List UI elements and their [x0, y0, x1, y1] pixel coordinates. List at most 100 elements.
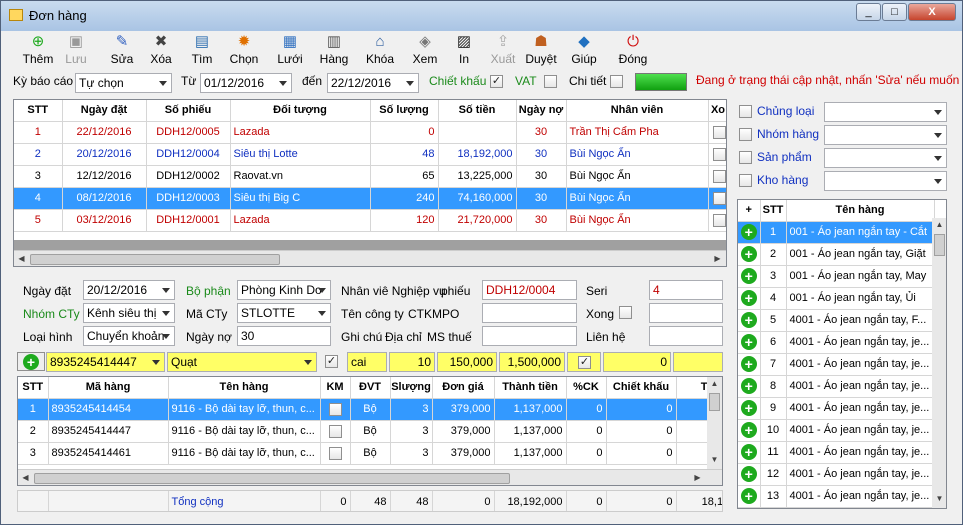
orders-hscrollbar[interactable]: ◀ ▶ [14, 250, 726, 266]
period-select[interactable]: Tự chọn [75, 73, 172, 93]
due-input[interactable]: 30 [237, 326, 331, 346]
scroll-up-icon[interactable]: ▲ [707, 379, 722, 388]
filter-select[interactable] [824, 171, 947, 191]
xuất-toolbar-button[interactable]: ⇪ Xuất [482, 33, 524, 69]
entry-km-checkbox[interactable]: ✓ [325, 355, 338, 368]
order-row[interactable]: 4 08/12/2016 DDH12/0003 Siêu thị Big C 240 74… [14, 187, 726, 210]
khóa-toolbar-button[interactable]: ⌂ Khóa [359, 33, 401, 69]
lưới-toolbar-button[interactable]: ▦ Lưới [269, 33, 311, 69]
items-col-header[interactable]: STT [18, 377, 49, 399]
hàng-toolbar-button[interactable]: ▥ Hàng [313, 33, 355, 69]
product-add-cell[interactable]: + [738, 485, 761, 508]
scroll-left-icon[interactable]: ◀ [18, 473, 33, 482]
đóng-toolbar-button[interactable]: ⏻ Đóng [612, 33, 654, 69]
total-input[interactable]: 1,500,000 [499, 352, 565, 372]
product-row[interactable]: +8 4001 - Áo jean ngắn tay, je... [738, 375, 935, 398]
product-add-cell[interactable]: + [738, 375, 761, 398]
product-add-cell[interactable]: + [738, 221, 761, 244]
discount-input[interactable]: 0 [603, 352, 671, 372]
items-col-header[interactable]: ĐVT [350, 377, 391, 399]
product-row[interactable]: +7 4001 - Áo jean ngắn tay, je... [738, 353, 935, 376]
product-row[interactable]: +13 4001 - Áo jean ngắn tay, je... [738, 485, 935, 508]
orders-col-header[interactable]: STT [14, 100, 63, 122]
product-row[interactable]: +11 4001 - Áo jean ngắn tay, je... [738, 441, 935, 464]
lưu-toolbar-button[interactable]: ▣ Lưu [55, 33, 97, 69]
add-item-button[interactable]: + [17, 352, 45, 371]
dept-select[interactable]: Phòng Kinh Do [237, 280, 331, 300]
product-add-cell[interactable]: + [738, 309, 761, 332]
item-row[interactable]: 2 8935245414447 9116 - Bộ dài tay lỡ, thun… [18, 420, 722, 443]
item-km-checkbox[interactable] [328, 424, 342, 438]
products-col-header[interactable]: STT [760, 200, 787, 222]
xong-input[interactable] [649, 303, 723, 323]
product-add-cell[interactable]: + [738, 463, 761, 486]
tìm-toolbar-button[interactable]: ▤ Tìm [181, 33, 223, 69]
scroll-down-icon[interactable]: ▼ [932, 494, 946, 503]
discount-checkbox[interactable]: ✓ [490, 75, 503, 88]
order-done-checkbox[interactable] [712, 213, 726, 227]
items-col-header[interactable]: KM [320, 377, 351, 399]
product-row[interactable]: +9 4001 - Áo jean ngắn tay, je... [738, 397, 935, 420]
minimize-button[interactable]: _ [856, 3, 881, 21]
unit-input[interactable]: cai [347, 352, 387, 372]
scroll-right-icon[interactable]: ▶ [710, 254, 725, 263]
contact-input[interactable] [649, 326, 723, 346]
seri-input[interactable]: 4 [649, 280, 723, 300]
orders-col-header[interactable]: Số lượng [370, 100, 439, 122]
orders-col-header[interactable]: Số tiền [438, 100, 517, 122]
vat-checkbox[interactable] [544, 75, 557, 88]
order-row[interactable]: 5 03/12/2016 DDH12/0001 Lazada 120 21,720,000… [14, 209, 726, 232]
order-done-checkbox[interactable] [712, 169, 726, 183]
product-add-cell[interactable]: + [738, 265, 761, 288]
company-code-select[interactable]: STLOTTE [237, 303, 331, 323]
product-add-cell[interactable]: + [738, 243, 761, 266]
items-hscrollbar[interactable]: ◀ ▶ [18, 469, 722, 485]
product-row[interactable]: +1 001 - Áo jean ngắn tay - Cắt [738, 221, 935, 244]
order-done-checkbox[interactable] [712, 125, 726, 139]
item-km-checkbox[interactable] [328, 402, 342, 416]
from-date-input[interactable]: 01/12/2016 [200, 73, 292, 93]
items-col-header[interactable]: Tên hàng [168, 377, 321, 399]
type-select[interactable]: Chuyển khoản [83, 326, 175, 346]
orders-col-header[interactable]: Số phiếu [146, 100, 231, 122]
items-vscroll-thumb[interactable] [709, 393, 720, 411]
filter-checkbox[interactable] [739, 128, 752, 141]
order-done-checkbox[interactable] [712, 191, 726, 205]
order-row[interactable]: 1 22/12/2016 DDH12/0005 Lazada 0 30 Trần Thị C… [14, 121, 726, 144]
filter-checkbox[interactable] [739, 105, 752, 118]
amount-input[interactable] [673, 352, 723, 372]
order-done-checkbox[interactable] [712, 147, 726, 161]
items-col-header[interactable]: Đơn giá [432, 377, 495, 399]
item-row[interactable]: 1 8935245414454 9116 - Bộ dài tay lỡ, thun… [18, 398, 722, 421]
product-row[interactable]: +12 4001 - Áo jean ngắn tay, je... [738, 463, 935, 486]
items-col-header[interactable]: Mã hàng [48, 377, 169, 399]
items-vscrollbar[interactable]: ▲ ▼ [707, 377, 722, 469]
item-name-input[interactable]: Quạt [167, 352, 317, 372]
products-vscroll-thumb[interactable] [934, 234, 945, 256]
orders-hscroll-thumb[interactable] [30, 254, 280, 265]
duyệt-toolbar-button[interactable]: ☗ Duyệt [520, 33, 562, 69]
to-date-input[interactable]: 22/12/2016 [327, 73, 419, 93]
scroll-left-icon[interactable]: ◀ [14, 254, 29, 263]
qty-input[interactable]: 10 [389, 352, 435, 372]
product-row[interactable]: +3 001 - Áo jean ngắn tay, May [738, 265, 935, 288]
order-row[interactable]: 3 12/12/2016 DDH12/0002 Raovat.vn 65 13,225,0… [14, 165, 726, 188]
taxcode-input[interactable] [482, 326, 577, 346]
xem-toolbar-button[interactable]: ◈ Xem [404, 33, 446, 69]
sửa-toolbar-button[interactable]: ✎ Sửa [101, 33, 143, 69]
xong-checkbox[interactable] [619, 306, 632, 319]
scroll-right-icon[interactable]: ▶ [690, 473, 705, 482]
product-row[interactable]: +5 4001 - Áo jean ngắn tay, F... [738, 309, 935, 332]
order-row[interactable]: 2 20/12/2016 DDH12/0004 Siêu thị Lotte 48 18,… [14, 143, 726, 166]
voucher-input[interactable]: DDH12/0004 [482, 280, 577, 300]
giúp-toolbar-button[interactable]: ◆ Giúp [563, 33, 605, 69]
products-col-header[interactable]: Tên hàng [786, 200, 935, 222]
product-add-cell[interactable]: + [738, 441, 761, 464]
filter-select[interactable] [824, 148, 947, 168]
barcode-input[interactable]: 8935245414447 [46, 352, 165, 372]
filter-select[interactable] [824, 102, 947, 122]
orders-col-header[interactable]: Nhân viên [566, 100, 709, 122]
product-row[interactable]: +2 001 - Áo jean ngắn tay, Giặt [738, 243, 935, 266]
product-row[interactable]: +10 4001 - Áo jean ngắn tay, je... [738, 419, 935, 442]
items-col-header[interactable]: Slượng [390, 377, 433, 399]
